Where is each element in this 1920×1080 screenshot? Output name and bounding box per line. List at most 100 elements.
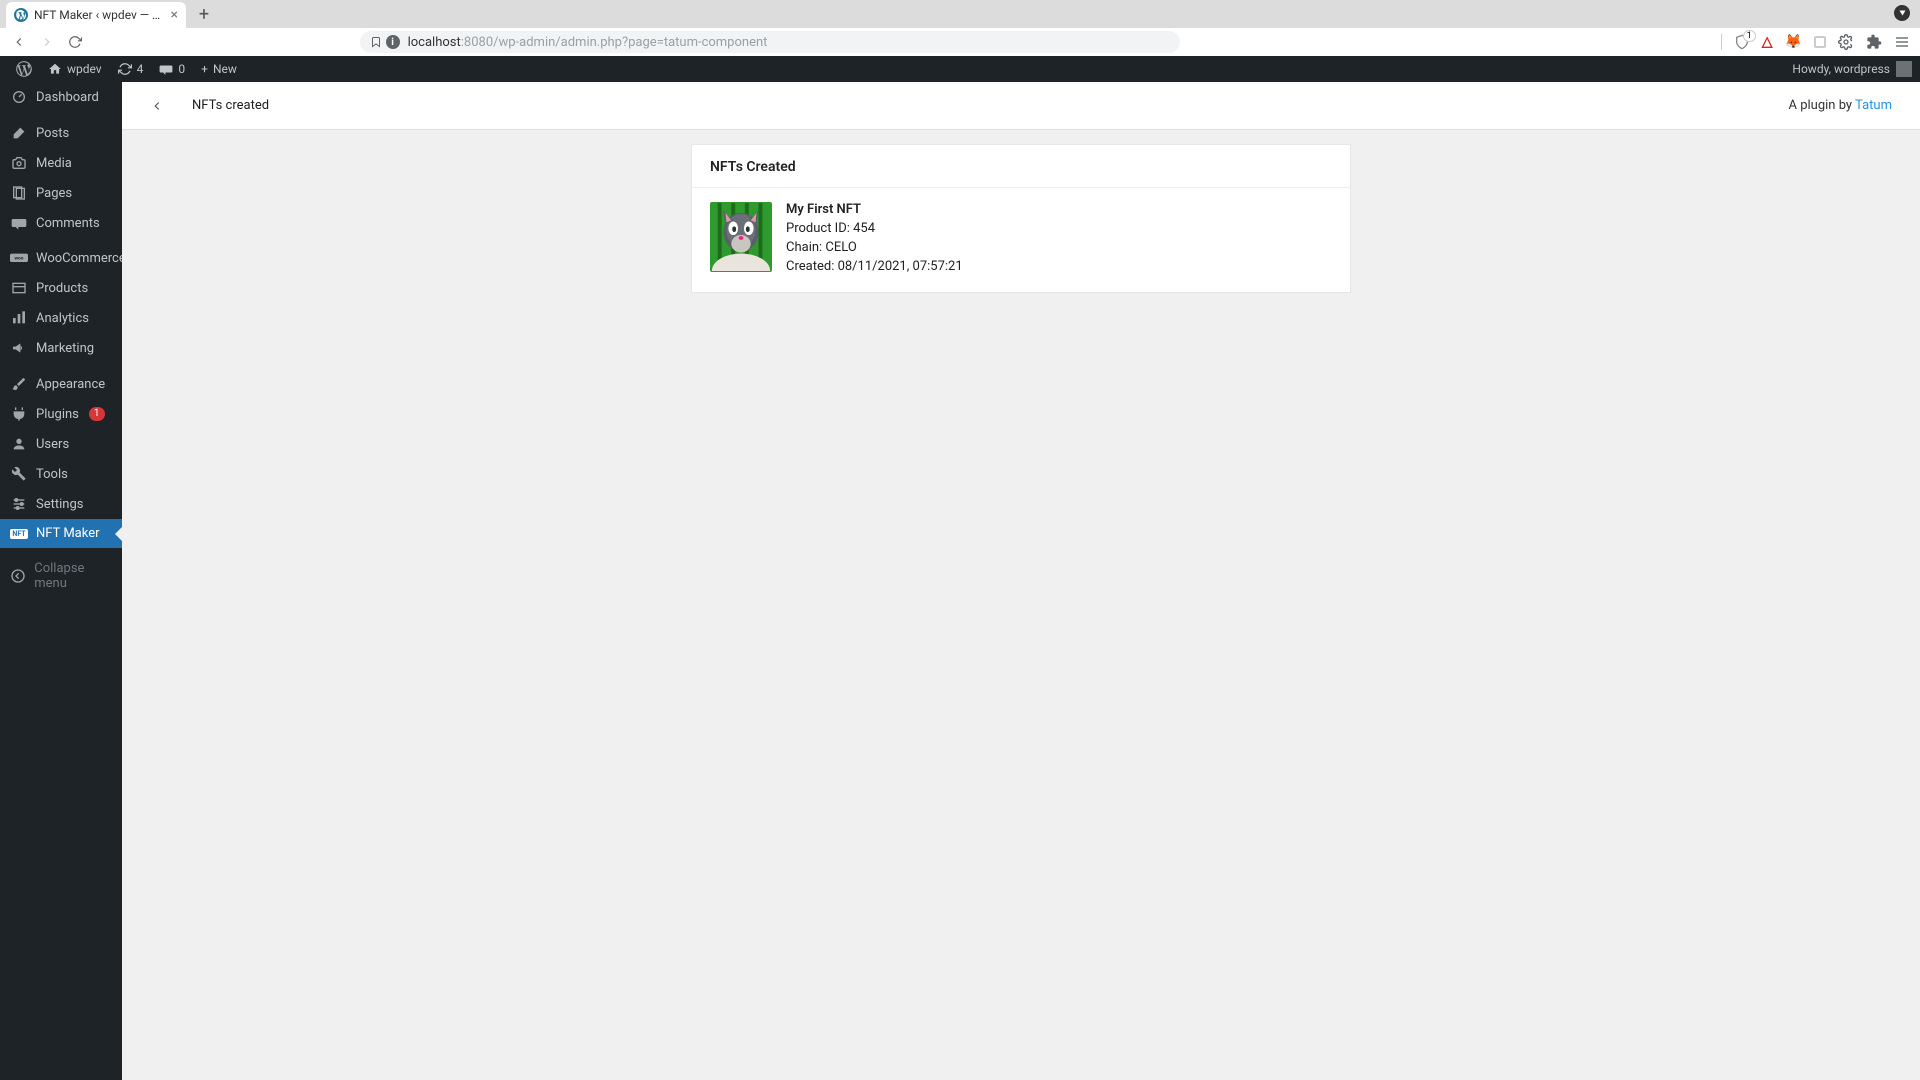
sidebar-item-comments[interactable]: Comments xyxy=(0,208,122,238)
new-tab-button[interactable]: + xyxy=(192,2,216,26)
nav-back-icon[interactable] xyxy=(10,33,28,51)
sidebar-item-woocommerce[interactable]: woo WooCommerce xyxy=(0,244,122,273)
svg-text:woo: woo xyxy=(15,256,24,261)
avatar-icon xyxy=(1896,61,1912,77)
howdy-user: wordpress xyxy=(1834,62,1890,76)
nft-product-id: Product ID: 454 xyxy=(786,221,963,236)
bookmark-icon[interactable] xyxy=(370,35,382,49)
sidebar-collapse-label: Collapse menu xyxy=(34,561,112,591)
wp-admin-bar: wpdev 4 0 + New Howdy, wordpress xyxy=(0,56,1920,82)
adminbar-account[interactable]: Howdy, wordpress xyxy=(1792,61,1912,77)
adminbar-new-label: New xyxy=(213,62,237,76)
tatum-link[interactable]: Tatum xyxy=(1855,98,1892,113)
sidebar-label: Analytics xyxy=(36,311,89,326)
wp-logo-icon[interactable] xyxy=(8,56,40,82)
adminbar-site[interactable]: wpdev xyxy=(40,56,110,82)
sidebar-item-nftmaker[interactable]: NFT NFT Maker xyxy=(0,519,122,548)
sidebar-label: NFT Maker xyxy=(36,526,100,541)
sidebar-item-dashboard[interactable]: Dashboard xyxy=(0,82,122,112)
sidebar-label: WooCommerce xyxy=(36,251,122,266)
shield-icon[interactable]: 1 xyxy=(1734,34,1750,50)
sidebar-label: Marketing xyxy=(36,341,94,356)
brave-triangle-icon[interactable]: △ xyxy=(1762,34,1773,50)
admin-sidebar: Dashboard Posts Media Pages Comments woo… xyxy=(0,82,122,1080)
adminbar-sitename: wpdev xyxy=(67,62,102,76)
sidebar-item-posts[interactable]: Posts xyxy=(0,118,122,148)
comment-icon xyxy=(159,62,173,76)
nft-thumbnail xyxy=(710,202,772,272)
sidebar-label: Posts xyxy=(36,126,69,141)
plus-icon: + xyxy=(201,62,208,76)
collapse-icon xyxy=(10,568,26,584)
sidebar-item-users[interactable]: Users xyxy=(0,429,122,459)
extension-icon-1[interactable] xyxy=(1814,36,1826,48)
address-bar[interactable]: i localhost:8080/wp-admin/admin.php?page… xyxy=(360,31,1180,53)
plugin-update-badge: 1 xyxy=(89,407,105,421)
browser-toolbar: i localhost:8080/wp-admin/admin.php?page… xyxy=(0,28,1920,56)
wordpress-icon xyxy=(14,8,28,22)
adminbar-updates[interactable]: 4 xyxy=(110,56,152,82)
howdy-prefix: Howdy, xyxy=(1792,62,1834,76)
back-button[interactable] xyxy=(150,99,164,113)
browser-chrome: NFT Maker ‹ wpdev — WordPre × + i localh… xyxy=(0,0,1920,56)
nft-chain: Chain: CELO xyxy=(786,240,963,255)
dashboard-icon xyxy=(10,89,28,105)
woo-icon: woo xyxy=(10,253,28,265)
sidebar-collapse[interactable]: Collapse menu xyxy=(0,554,122,598)
comments-icon xyxy=(10,215,28,231)
marketing-icon xyxy=(10,340,28,356)
plugin-attribution: A plugin by Tatum xyxy=(1789,98,1893,113)
products-icon xyxy=(10,280,28,296)
sidebar-label: Users xyxy=(36,437,69,452)
sidebar-label: Settings xyxy=(36,497,83,512)
sidebar-label: Dashboard xyxy=(36,90,99,105)
page-header: NFTs created A plugin by Tatum xyxy=(122,82,1920,130)
site-info-icon[interactable]: i xyxy=(386,35,400,49)
sidebar-item-plugins[interactable]: Plugins 1 xyxy=(0,399,122,429)
sidebar-item-products[interactable]: Products xyxy=(0,273,122,303)
posts-icon xyxy=(10,125,28,141)
sidebar-label: Comments xyxy=(36,216,100,231)
pages-icon xyxy=(10,185,28,201)
tab-strip: NFT Maker ‹ wpdev — WordPre × + xyxy=(0,0,1920,28)
sidebar-item-appearance[interactable]: Appearance xyxy=(0,369,122,399)
tools-icon xyxy=(10,466,28,482)
settings-gear-icon[interactable] xyxy=(1838,34,1854,50)
updates-icon xyxy=(118,62,132,76)
metamask-icon[interactable]: 🦊 xyxy=(1785,34,1802,50)
adminbar-updates-count: 4 xyxy=(137,62,144,76)
sidebar-label: Tools xyxy=(36,467,68,482)
page-title: NFTs created xyxy=(192,98,269,113)
sidebar-item-analytics[interactable]: Analytics xyxy=(0,303,122,333)
sidebar-label: Plugins xyxy=(36,407,79,422)
nft-row: My First NFT Product ID: 454 Chain: CELO… xyxy=(692,188,1350,292)
nft-name: My First NFT xyxy=(786,202,963,217)
home-icon xyxy=(48,62,62,76)
hamburger-menu-icon[interactable] xyxy=(1894,34,1910,50)
sidebar-label: Appearance xyxy=(36,377,105,392)
separator xyxy=(1721,34,1722,50)
nav-forward-icon xyxy=(38,33,56,51)
sidebar-item-settings[interactable]: Settings xyxy=(0,489,122,519)
media-control-icon[interactable] xyxy=(1894,5,1910,21)
card-heading: NFTs Created xyxy=(692,145,1350,188)
adminbar-comments-count: 0 xyxy=(178,62,185,76)
browser-tab[interactable]: NFT Maker ‹ wpdev — WordPre × xyxy=(6,2,186,28)
tab-close-icon[interactable]: × xyxy=(171,8,178,22)
reload-icon[interactable] xyxy=(66,33,84,51)
adminbar-comments[interactable]: 0 xyxy=(151,56,193,82)
nft-icon: NFT xyxy=(10,529,28,539)
adminbar-new[interactable]: + New xyxy=(193,56,245,82)
media-icon xyxy=(10,155,28,171)
sidebar-item-pages[interactable]: Pages xyxy=(0,178,122,208)
analytics-icon xyxy=(10,310,28,326)
content-area: NFTs created A plugin by Tatum NFTs Crea… xyxy=(122,82,1920,1080)
sidebar-item-media[interactable]: Media xyxy=(0,148,122,178)
sidebar-item-marketing[interactable]: Marketing xyxy=(0,333,122,363)
nft-created: Created: 08/11/2021, 07:57:21 xyxy=(786,259,963,274)
url-text: localhost:8080/wp-admin/admin.php?page=t… xyxy=(408,35,768,50)
sidebar-label: Pages xyxy=(36,186,72,201)
sidebar-item-tools[interactable]: Tools xyxy=(0,459,122,489)
extensions-icon[interactable] xyxy=(1866,34,1882,50)
plugins-icon xyxy=(10,406,28,422)
